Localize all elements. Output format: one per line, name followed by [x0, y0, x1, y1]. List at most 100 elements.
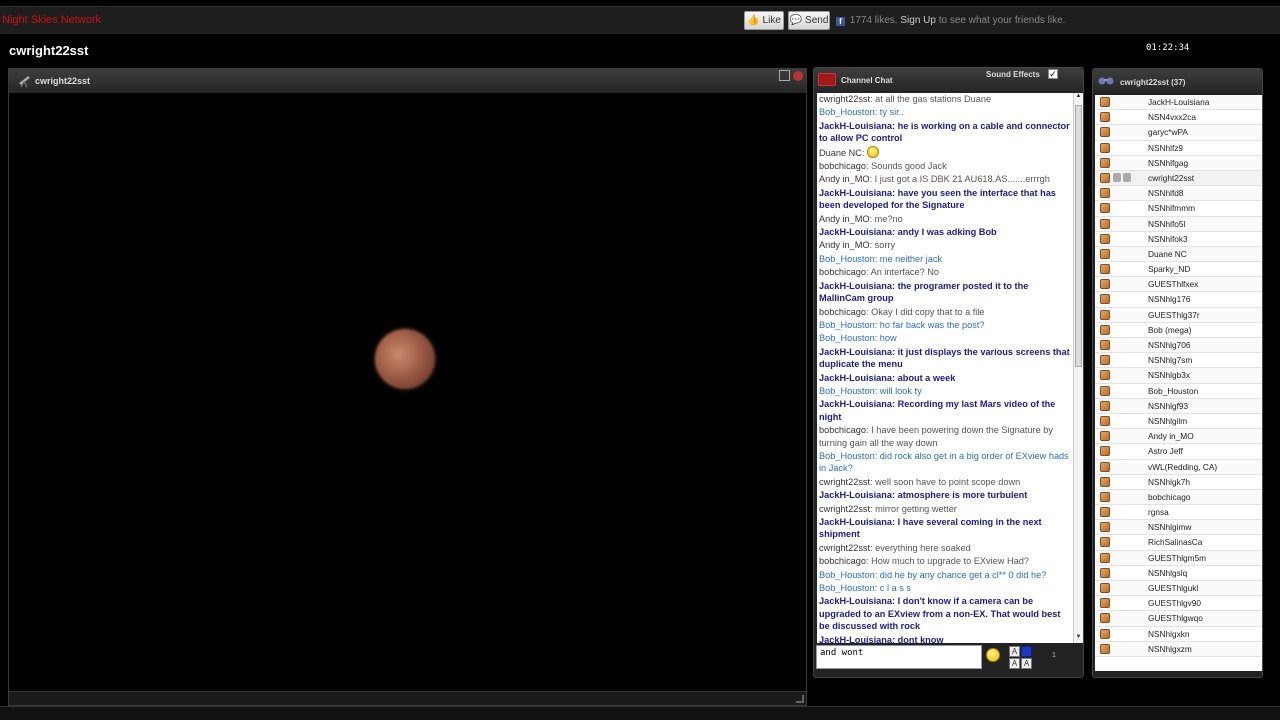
user-list-item[interactable]: NSNhlgb3x: [1095, 368, 1262, 384]
user-list-item[interactable]: GUESThlgwqo: [1095, 611, 1262, 627]
like-label: Like: [762, 15, 781, 26]
user-list-item[interactable]: NSNhlfd8: [1095, 186, 1262, 202]
user-name: NSNhlfok3: [1148, 233, 1188, 244]
chat-message-user[interactable]: bobchicago: [819, 425, 866, 435]
chat-message-user[interactable]: bobchicago: [819, 556, 866, 566]
user-list-item[interactable]: NSNhlgk7h: [1095, 475, 1262, 490]
chat-message-user[interactable]: Andy in_MO: [819, 214, 870, 224]
user-list-item[interactable]: NSNhlg176: [1095, 292, 1262, 308]
chat-message-user[interactable]: JackH-Louisiana: [819, 373, 892, 383]
telescope-icon: [19, 76, 30, 88]
user-list-item[interactable]: NSNhlgilm: [1095, 414, 1262, 430]
popout-icon[interactable]: [793, 71, 803, 81]
chat-message-user[interactable]: Andy in_MO: [819, 240, 870, 250]
facebook-like-button[interactable]: 👍 Like: [744, 11, 784, 30]
font-size-down-button[interactable]: A: [1009, 658, 1020, 669]
user-avatar-icon: [1100, 507, 1110, 518]
user-list-item[interactable]: NSNhlfmmm: [1095, 201, 1262, 217]
user-list-item[interactable]: NSNhlfok3: [1095, 232, 1262, 247]
chat-message-user[interactable]: JackH-Louisiana: [819, 121, 892, 131]
font-style-button[interactable]: A: [1021, 658, 1032, 669]
chat-message-user[interactable]: Bob_Houston: [819, 320, 875, 330]
facebook-send-button[interactable]: 💬 Send: [788, 11, 830, 30]
user-list-item[interactable]: NSNhlgxzm: [1095, 641, 1262, 657]
signup-link[interactable]: Sign Up: [900, 15, 936, 26]
chat-message-user[interactable]: Bob_Houston: [819, 451, 875, 461]
resize-grip-icon[interactable]: [796, 695, 804, 703]
chat-message-user[interactable]: Bob_Houston: [819, 254, 875, 264]
emoji-picker-button[interactable]: [986, 648, 1000, 662]
user-list-item[interactable]: NSNhlg706: [1095, 338, 1262, 354]
chat-scrollbar[interactable]: ▲ ▼: [1073, 93, 1083, 643]
site-title[interactable]: Night Skies Network: [2, 14, 101, 26]
sound-effects-checkbox[interactable]: ✓: [1048, 69, 1058, 79]
chat-message-user[interactable]: JackH-Louisiana: [819, 635, 892, 643]
user-list-item[interactable]: Duane NC: [1095, 246, 1262, 263]
chat-message-user[interactable]: Bob_Houston: [819, 107, 875, 117]
chat-message-user[interactable]: JackH-Louisiana: [819, 281, 892, 291]
user-list-item[interactable]: GUESThlgm5m: [1095, 550, 1262, 566]
user-name: NSNhlfz9: [1148, 142, 1184, 153]
user-list-item[interactable]: Sparky_ND: [1095, 262, 1262, 278]
video-panel[interactable]: cwright22sst: [8, 68, 807, 706]
chat-message-user[interactable]: bobchicago: [819, 161, 866, 171]
chat-message-user[interactable]: JackH-Louisiana: [819, 490, 892, 500]
top-bar: Night Skies Network 👍 Like 💬 Send f 1774…: [0, 6, 1280, 34]
user-list[interactable]: JackH-Louisiana NSN4vxx2ca garyc*wPA NSNhlf…: [1095, 95, 1262, 671]
user-list-item[interactable]: Andy in_MO: [1095, 429, 1262, 445]
user-list-item[interactable]: rgnsa: [1095, 505, 1262, 521]
user-avatar-icon: [1100, 628, 1110, 639]
user-list-item[interactable]: GUESThlg37r: [1095, 307, 1262, 323]
user-list-item[interactable]: NSNhlfz9: [1095, 141, 1262, 156]
chat-message-user[interactable]: Andy in_MO: [819, 174, 870, 184]
chat-message-user[interactable]: JackH-Louisiana: [819, 188, 892, 198]
user-list-item[interactable]: cwright22sst: [1095, 170, 1262, 187]
chat-message-user[interactable]: cwright22sst: [819, 504, 870, 514]
user-list-item[interactable]: GUESThlfxex: [1095, 277, 1262, 293]
user-list-item[interactable]: RichSalinasCa: [1095, 535, 1262, 551]
chat-message-user[interactable]: JackH-Louisiana: [819, 517, 892, 527]
chat-message-user[interactable]: Bob_Houston: [819, 386, 875, 396]
fullscreen-icon[interactable]: [779, 70, 790, 81]
user-list-item[interactable]: NSNhlfgag: [1095, 155, 1262, 171]
user-list-item[interactable]: Astro Jeff: [1095, 444, 1262, 460]
user-list-item[interactable]: GUESThlgv90: [1095, 596, 1262, 612]
chat-message-user[interactable]: cwright22sst: [819, 543, 870, 553]
chat-message-user[interactable]: cwright22sst: [819, 94, 870, 104]
chat-message-user[interactable]: JackH-Louisiana: [819, 596, 892, 606]
user-name: Duane NC: [1148, 248, 1187, 259]
user-list-item[interactable]: NSNhlgimw: [1095, 520, 1262, 536]
scroll-down-icon[interactable]: ▼: [1074, 634, 1083, 643]
chat-message-user[interactable]: Bob_Houston: [819, 570, 875, 580]
chat-message-user[interactable]: cwright22sst: [819, 477, 870, 487]
scroll-thumb[interactable]: [1075, 105, 1082, 367]
user-list-item[interactable]: bobchicago: [1095, 489, 1262, 506]
user-list-item[interactable]: JackH-Louisiana: [1095, 95, 1262, 111]
user-name: NSNhlgslq: [1148, 567, 1188, 578]
user-list-item[interactable]: NSNhlgslq: [1095, 566, 1262, 581]
chat-log[interactable]: cwright22sst: at all the gas stations Du…: [817, 93, 1073, 643]
chat-message-user[interactable]: Duane NC: [819, 148, 862, 158]
chat-message-user[interactable]: bobchicago: [819, 267, 866, 277]
user-list-item[interactable]: NSNhlgf93: [1095, 398, 1262, 414]
user-list-item[interactable]: NSNhlgxkn: [1095, 627, 1262, 642]
font-size-up-button[interactable]: A: [1009, 646, 1020, 657]
chat-message-user[interactable]: Bob_Houston: [819, 333, 875, 343]
user-list-item[interactable]: GUESThlgukl: [1095, 581, 1262, 597]
chat-input[interactable]: and wont: [816, 645, 982, 669]
chat-message-user[interactable]: JackH-Louisiana: [819, 227, 892, 237]
user-list-item[interactable]: NSNhlfo5l: [1095, 216, 1262, 232]
user-list-item[interactable]: NSNhlg7sm: [1095, 353, 1262, 369]
chat-message-user[interactable]: JackH-Louisiana: [819, 347, 892, 357]
scroll-up-icon[interactable]: ▲: [1074, 93, 1083, 102]
chat-message-user[interactable]: JackH-Louisiana: [819, 399, 892, 409]
user-list-item[interactable]: NSN4vxx2ca: [1095, 110, 1262, 126]
chat-header: Channel Chat Sound Effects ✓: [814, 68, 1083, 92]
text-color-button[interactable]: [1021, 646, 1032, 657]
chat-message-user[interactable]: Bob_Houston: [819, 583, 875, 593]
user-list-item[interactable]: vWL(Redding, CA): [1095, 459, 1262, 475]
chat-message-user[interactable]: bobchicago: [819, 307, 866, 317]
user-list-item[interactable]: Bob (mega): [1095, 323, 1262, 338]
user-list-item[interactable]: Bob_Houston: [1095, 384, 1262, 399]
user-list-item[interactable]: garyc*wPA: [1095, 125, 1262, 141]
